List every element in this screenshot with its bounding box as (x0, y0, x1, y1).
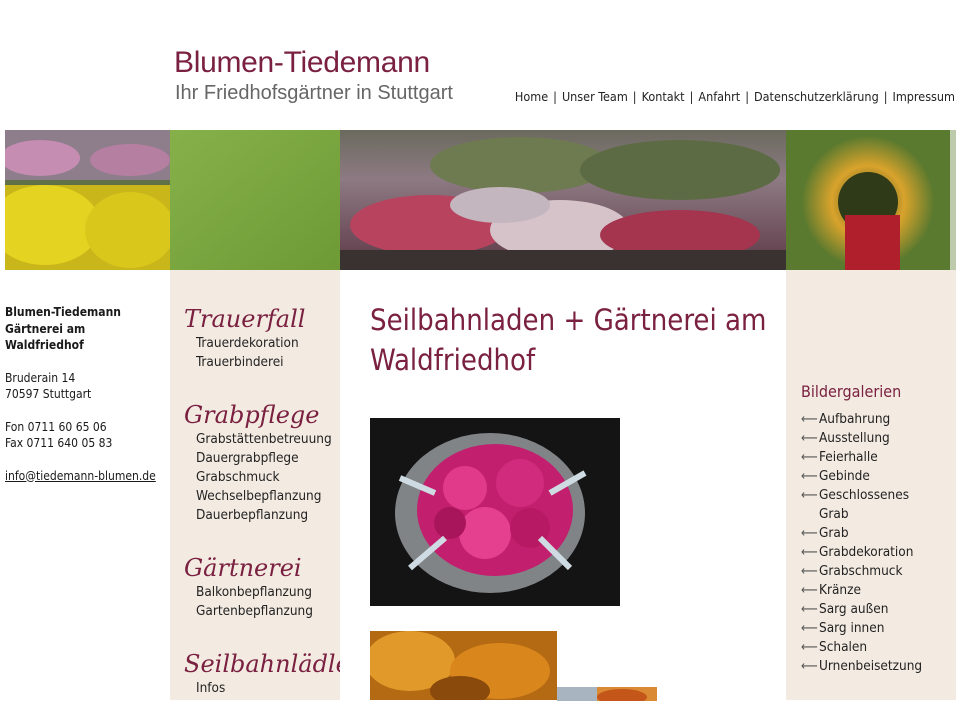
logo-subtitle: Ihr Friedhofsgärtner in Stuttgart (175, 82, 453, 104)
arrow-left-icon: ⟵ (801, 469, 818, 484)
orange-flowers-photo (365, 631, 557, 705)
nav-separator: | (553, 89, 557, 104)
nav-heading-gaertnerei[interactable]: Gärtnerei (184, 553, 313, 583)
banner-photo-wreath (786, 130, 956, 270)
nav-item-dauerbepflanzung[interactable]: Dauerbepflanzung (196, 506, 332, 525)
contact-address: Blumen-Tiedemann Gärtnerei am Waldfriedh… (5, 304, 156, 484)
nav-item-infos[interactable]: Infos (196, 679, 350, 698)
header-banner (0, 130, 956, 270)
nav-home-link[interactable]: Home (515, 89, 548, 104)
page-title: Seilbahnladen + Gärtnerei am Waldfriedho… (370, 303, 767, 377)
gallery-label: Grabschmuck (819, 563, 903, 579)
nav-separator: | (689, 89, 694, 104)
nav-item-balkonbepflanzung[interactable]: Balkonbepflanzung (196, 583, 313, 602)
galleries-list: ⟵ Aufbahrung ⟵ Ausstellung ⟵ Feierhalle ⟵ Ge… (801, 410, 951, 676)
gallery-label: Urnenbeisetzung (819, 658, 923, 674)
gallery-label: Sarg außen (819, 601, 889, 617)
arrow-left-icon: ⟵ (801, 621, 818, 636)
gallery-link-grabschmuck[interactable]: ⟵ Grabschmuck (801, 562, 951, 581)
arrow-left-icon: ⟵ (801, 602, 818, 617)
nav-team-link[interactable]: Unser Team (562, 89, 628, 104)
nav-section-trauerfall: Trauerfall Trauerdekoration Trauerbinder… (184, 304, 305, 372)
nav-separator: | (745, 89, 749, 104)
gallery-link-grabdekoration[interactable]: ⟵ Grabdekoration (801, 543, 951, 562)
gallery-label: Gebinde (819, 468, 870, 484)
nav-item-gartenbepflanzung[interactable]: Gartenbepflanzung (196, 602, 313, 621)
nav-item-grabstaettenbetreuung[interactable]: Grabstättenbetreuung (196, 430, 332, 449)
gallery-link-ausstellung[interactable]: ⟵ Ausstellung (801, 429, 951, 448)
arrow-left-icon: ⟵ (801, 412, 818, 427)
nav-contact-link[interactable]: Kontakt (642, 89, 685, 104)
nav-separator: | (632, 89, 637, 104)
autumn-tree-photo (557, 686, 657, 705)
arrow-left-icon: ⟵ (801, 564, 818, 579)
hydrangea-arrangement-photo (370, 418, 620, 606)
main-content: Seilbahnladen + Gärtnerei am Waldfriedho… (340, 270, 786, 705)
gallery-column: Bildergalerien ⟵ Aufbahrung ⟵ Ausstellung … (786, 270, 956, 700)
street: Bruderain 14 (5, 370, 76, 385)
gallery-link-kraenze[interactable]: ⟵ Kränze (801, 581, 951, 600)
nav-section-seilbahnlaedle: Seilbahnlädle Infos (184, 649, 350, 698)
galleries-title: Bildergalerien (801, 382, 902, 401)
gallery-link-gebinde[interactable]: ⟵ Gebinde (801, 467, 951, 486)
nav-heading-seilbahnlaedle[interactable]: Seilbahnlädle (184, 649, 350, 679)
gallery-link-grab[interactable]: ⟵ Grab (801, 524, 951, 543)
logo-title: Blumen-Tiedemann (174, 46, 430, 79)
arrow-left-icon: ⟵ (801, 659, 818, 674)
phone: Fon 0711 60 65 06 (5, 419, 107, 434)
nav-item-wechselbepflanzung[interactable]: Wechselbepflanzung (196, 487, 332, 506)
top-navigation: Home | Unser Team | Kontakt | Anfahrt | Datensch… (515, 89, 955, 104)
nav-item-dauergrabpflege[interactable]: Dauergrabpflege (196, 449, 332, 468)
nav-imprint-link[interactable]: Impressum (893, 89, 955, 104)
nav-separator: | (883, 89, 888, 104)
company-name-line: Blumen-Tiedemann (5, 305, 121, 319)
arrow-left-icon: ⟵ (801, 583, 818, 598)
banner-photo-chrysanthemums (0, 130, 175, 270)
gallery-link-urnenbeisetzung[interactable]: ⟵ Urnenbeisetzung (801, 657, 951, 676)
arrow-left-icon: ⟵ (801, 431, 818, 446)
gallery-label: Grabdekoration (819, 544, 914, 560)
arrow-left-icon: ⟵ (801, 545, 818, 560)
gallery-label: Ausstellung (819, 430, 890, 446)
fax: Fax 0711 640 05 83 (5, 436, 113, 450)
city: 70597 Stuttgart (5, 387, 92, 401)
gallery-label: Feierhalle (819, 449, 878, 465)
gallery-link-sarg-aussen[interactable]: ⟵ Sarg außen (801, 600, 951, 619)
company-name-line: Waldfriedhof (5, 338, 84, 352)
side-navigation: Trauerfall Trauerdekoration Trauerbinder… (170, 270, 350, 700)
arrow-left-icon: ⟵ (801, 488, 818, 503)
gallery-label: Grab (819, 525, 849, 541)
gallery-link-sarg-innen[interactable]: ⟵ Sarg innen (801, 619, 951, 638)
gallery-label: Aufbahrung (819, 411, 891, 427)
nav-item-grabschmuck[interactable]: Grabschmuck (196, 468, 332, 487)
nav-section-grabpflege: Grabpflege Grabstättenbetreuung Dauergra… (184, 400, 332, 525)
email-link[interactable]: info@tiedemann-blumen.de (5, 469, 156, 483)
nav-item-trauerbinderei[interactable]: Trauerbinderei (196, 353, 305, 372)
banner-green-panel (170, 130, 340, 270)
nav-directions-link[interactable]: Anfahrt (698, 89, 740, 104)
gallery-link-geschlossenes-grab[interactable]: ⟵ Geschlossenes Grab (801, 486, 951, 524)
nav-heading-trauerfall[interactable]: Trauerfall (184, 304, 305, 334)
contact-column: Blumen-Tiedemann Gärtnerei am Waldfriedh… (0, 270, 170, 700)
gallery-label: Schalen (819, 639, 868, 655)
nav-section-gaertnerei: Gärtnerei Balkonbepflanzung Gartenbepfla… (184, 553, 313, 621)
nav-privacy-link[interactable]: Datenschutzerklärung (754, 89, 879, 104)
gallery-link-schalen[interactable]: ⟵ Schalen (801, 638, 951, 657)
arrow-left-icon: ⟵ (801, 450, 818, 465)
banner-photo-heather (340, 130, 786, 270)
gallery-label: Kränze (819, 582, 861, 598)
nav-heading-grabpflege[interactable]: Grabpflege (184, 400, 332, 430)
gallery-label: Sarg innen (819, 620, 885, 636)
nav-item-trauerdekoration[interactable]: Trauerdekoration (196, 334, 305, 353)
logo[interactable]: Blumen-Tiedemann Ihr Friedhofsgärtner in… (174, 46, 484, 110)
gallery-label: Geschlossenes Grab (819, 487, 910, 522)
gallery-link-feierhalle[interactable]: ⟵ Feierhalle (801, 448, 951, 467)
arrow-left-icon: ⟵ (801, 640, 818, 655)
arrow-left-icon: ⟵ (801, 526, 818, 541)
gallery-link-aufbahrung[interactable]: ⟵ Aufbahrung (801, 410, 951, 429)
company-name-line: Gärtnerei am (5, 321, 86, 336)
